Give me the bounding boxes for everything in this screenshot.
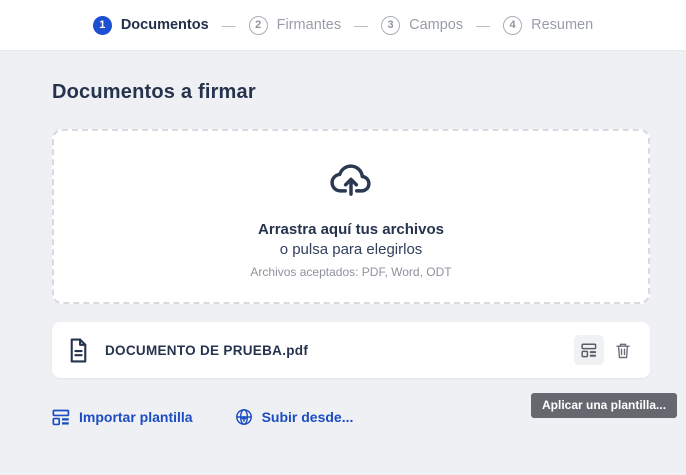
step-resumen[interactable]: 4 Resumen [503, 15, 594, 35]
uploaded-file-row: DOCUMENTO DE PRUEBA.pdf [52, 322, 650, 378]
main-content: Documentos a firmar Arrastra aquí tus ar… [0, 81, 686, 426]
document-icon [68, 338, 89, 363]
step-documentos[interactable]: 1 Documentos [92, 15, 209, 35]
stepper: 1 Documentos — 2 Firmantes — 3 Campos — … [92, 15, 594, 35]
step-label: Firmantes [276, 17, 342, 33]
cloud-upload-icon [328, 155, 374, 203]
apply-template-tooltip: Aplicar una plantilla... [531, 393, 678, 418]
step-number-badge: 2 [248, 15, 268, 35]
step-separator: — [354, 17, 369, 33]
step-label: Campos [409, 17, 464, 33]
dropzone-accepted-formats: Archivos aceptados: PDF, Word, ODT [250, 264, 452, 279]
step-firmantes[interactable]: 2 Firmantes [248, 15, 342, 35]
upload-from-button[interactable]: Subir desde... [235, 408, 354, 426]
step-number-badge: 3 [381, 15, 401, 35]
file-actions [574, 335, 638, 365]
step-label: Resumen [531, 17, 594, 33]
import-template-button[interactable]: Importar plantilla [52, 408, 193, 426]
dropzone-secondary-text: o pulsa para elegirlos [279, 240, 423, 258]
step-campos[interactable]: 3 Campos [381, 15, 464, 35]
trash-icon [616, 343, 630, 358]
signature-wizard-screen: 1 Documentos — 2 Firmantes — 3 Campos — … [0, 0, 686, 475]
page-title: Documentos a firmar [52, 81, 256, 103]
template-icon [581, 343, 597, 358]
apply-template-button[interactable] [574, 335, 604, 365]
step-number-badge: 4 [503, 15, 523, 35]
step-number-badge: 1 [92, 15, 112, 35]
file-dropzone[interactable]: Arrastra aquí tus archivos o pulsa para … [52, 129, 650, 304]
globe-upload-icon [235, 409, 252, 425]
step-label: Documentos [120, 17, 209, 33]
import-template-label: Importar plantilla [79, 409, 193, 425]
step-separator: — [476, 17, 491, 33]
template-icon [52, 409, 70, 426]
stepper-bar: 1 Documentos — 2 Firmantes — 3 Campos — … [0, 0, 686, 51]
delete-file-button[interactable] [608, 335, 638, 365]
step-separator: — [221, 17, 236, 33]
dropzone-primary-text: Arrastra aquí tus archivos [258, 220, 444, 238]
file-name: DOCUMENTO DE PRUEBA.pdf [105, 342, 309, 358]
upload-from-label: Subir desde... [261, 409, 354, 425]
